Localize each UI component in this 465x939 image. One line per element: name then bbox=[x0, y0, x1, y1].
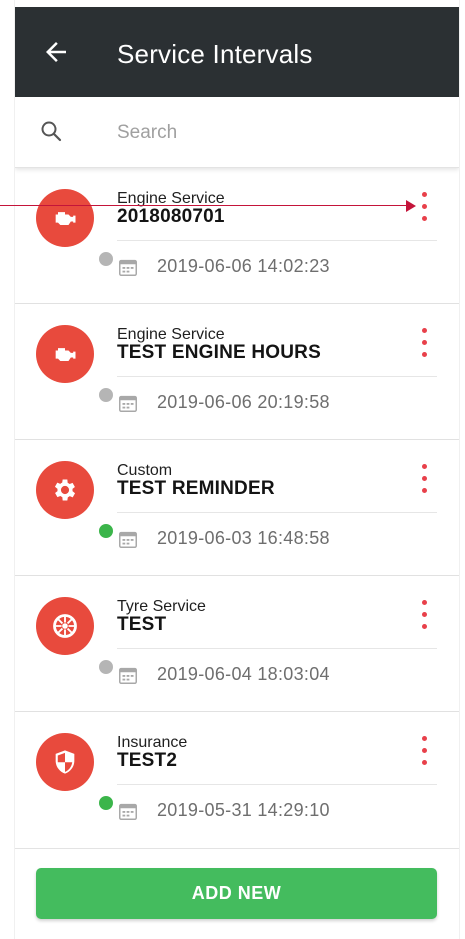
avatar bbox=[36, 733, 115, 812]
search-bar bbox=[15, 97, 459, 168]
shield-icon bbox=[55, 750, 75, 774]
search-input[interactable] bbox=[117, 121, 417, 145]
add-new-button[interactable]: ADD NEW bbox=[36, 868, 437, 919]
list-item[interactable]: Custom TEST REMINDER 2019-06-03 16:48:58 bbox=[15, 440, 459, 576]
back-arrow-icon[interactable] bbox=[41, 37, 71, 67]
calendar-icon bbox=[119, 531, 137, 548]
engine-icon bbox=[55, 348, 76, 361]
list-item[interactable]: Engine Service 2018080701 2019-06-06 14:… bbox=[15, 168, 459, 304]
app-screen: Service Intervals Engine Service 2018080… bbox=[15, 0, 459, 939]
status-indicator bbox=[97, 386, 115, 404]
gear-icon bbox=[54, 479, 76, 501]
interval-name: TEST REMINDER bbox=[117, 478, 275, 499]
status-indicator bbox=[97, 658, 115, 676]
avatar bbox=[36, 461, 115, 540]
callout-arrow-head bbox=[406, 200, 416, 212]
divider bbox=[117, 376, 437, 377]
interval-date: 2019-05-31 14:29:10 bbox=[157, 800, 330, 820]
more-options-icon[interactable] bbox=[415, 328, 435, 362]
divider bbox=[117, 240, 437, 241]
interval-date: 2019-06-06 14:02:23 bbox=[157, 256, 330, 276]
more-options-icon[interactable] bbox=[415, 464, 435, 498]
interval-date: 2019-06-03 16:48:58 bbox=[157, 528, 330, 548]
divider bbox=[117, 784, 437, 785]
list-item[interactable]: Tyre Service TEST 2019-06-04 18:03:04 bbox=[15, 576, 459, 712]
avatar bbox=[36, 325, 115, 404]
divider bbox=[15, 848, 459, 849]
more-options-icon[interactable] bbox=[415, 192, 435, 226]
footer: ADD NEW bbox=[15, 848, 459, 939]
interval-name: TEST ENGINE HOURS bbox=[117, 342, 321, 363]
interval-name: TEST2 bbox=[117, 750, 178, 771]
engine-icon bbox=[55, 212, 76, 225]
app-bar: Service Intervals bbox=[15, 7, 459, 97]
status-indicator bbox=[97, 794, 115, 812]
interval-name: 2018080701 bbox=[117, 206, 225, 227]
callout-arrow-line bbox=[0, 205, 410, 206]
interval-name: TEST bbox=[117, 614, 167, 635]
calendar-icon bbox=[119, 395, 137, 412]
avatar bbox=[36, 597, 115, 676]
divider bbox=[117, 648, 437, 649]
divider bbox=[117, 512, 437, 513]
calendar-icon bbox=[119, 259, 137, 276]
list-item[interactable]: Engine Service TEST ENGINE HOURS 2019-06… bbox=[15, 304, 459, 440]
calendar-icon bbox=[119, 803, 137, 820]
avatar bbox=[36, 189, 115, 268]
search-icon bbox=[41, 121, 62, 142]
status-indicator bbox=[97, 522, 115, 540]
tyre-icon bbox=[53, 614, 77, 638]
more-options-icon[interactable] bbox=[415, 600, 435, 634]
status-indicator bbox=[97, 250, 115, 268]
interval-date: 2019-06-06 20:19:58 bbox=[157, 392, 330, 412]
interval-date: 2019-06-04 18:03:04 bbox=[157, 664, 330, 684]
page-title: Service Intervals bbox=[117, 39, 313, 69]
more-options-icon[interactable] bbox=[415, 736, 435, 770]
calendar-icon bbox=[119, 667, 137, 684]
list-item[interactable]: Insurance TEST2 2019-05-31 14:29:10 bbox=[15, 712, 459, 848]
